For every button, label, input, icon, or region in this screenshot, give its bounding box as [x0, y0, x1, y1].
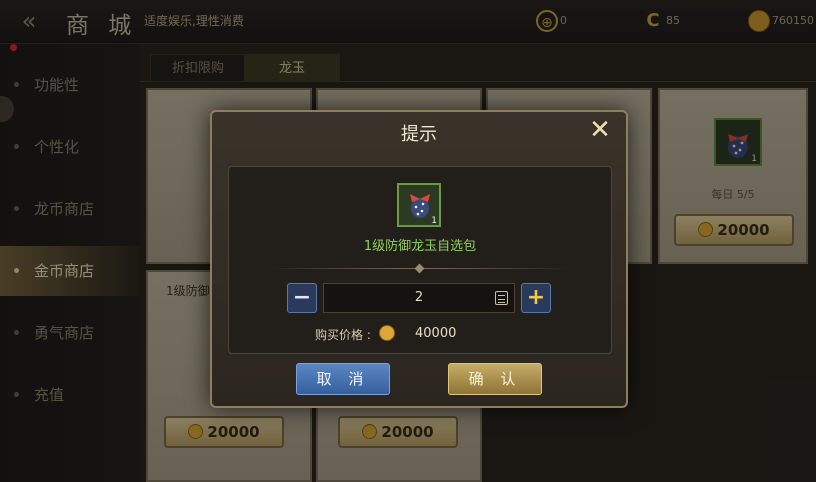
quantity-input[interactable]: 2 — [323, 283, 515, 313]
dialog-body: 1 1级防御龙玉自选包 − 2 + 购买价格 : 40000 — [228, 166, 612, 354]
close-icon[interactable]: ✕ — [586, 116, 614, 144]
purchase-dialog: 提示 ✕ 1 1级防御龙玉自选包 − 2 + 购买价格 : 40000 取 消 … — [210, 110, 628, 408]
confirm-button[interactable]: 确 认 — [448, 363, 542, 395]
gold-coin-icon — [379, 325, 395, 341]
calculator-icon[interactable] — [495, 291, 508, 305]
gift-bag-icon — [410, 194, 430, 218]
item-slot: 1 — [397, 183, 441, 227]
price-label: 购买价格 : — [315, 328, 371, 342]
increase-button[interactable]: + — [521, 283, 551, 313]
item-name: 1级防御龙玉自选包 — [363, 239, 477, 254]
dialog-title: 提示 — [401, 124, 437, 145]
price-value: 40000 — [415, 326, 457, 341]
cancel-button[interactable]: 取 消 — [296, 363, 390, 395]
decrease-button[interactable]: − — [287, 283, 317, 313]
divider-ornament — [414, 263, 425, 274]
